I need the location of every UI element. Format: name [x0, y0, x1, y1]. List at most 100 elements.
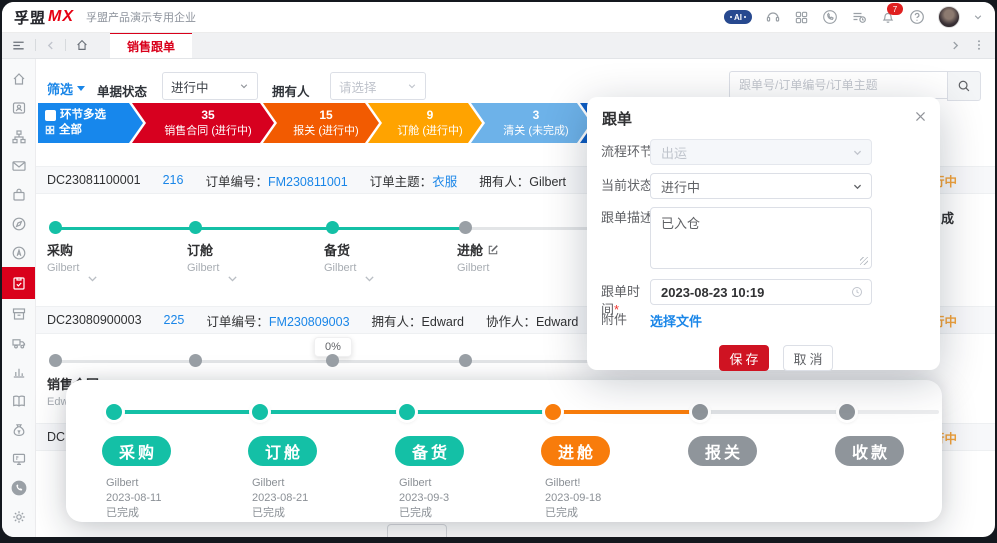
divider [35, 39, 36, 51]
headset-support-button[interactable] [765, 9, 781, 25]
order-clipboard-icon [11, 275, 27, 291]
zoom-dot[interactable] [839, 404, 855, 420]
help-icon [909, 9, 925, 25]
zoom-dot[interactable] [545, 404, 561, 420]
timeline-dot[interactable] [49, 221, 62, 234]
caret-down-icon [77, 86, 85, 91]
timeline-dot[interactable] [189, 221, 202, 234]
stage-clearance[interactable]: 3清关 (未完成) [471, 103, 591, 143]
status-filter-select[interactable]: 进行中 [162, 72, 258, 100]
stage-select-disabled[interactable]: 出运 [650, 139, 872, 165]
search-input[interactable] [729, 71, 948, 99]
owner-filter-select[interactable]: 请选择 [330, 72, 426, 100]
collapse-menu-icon[interactable] [11, 38, 26, 53]
sidebar-item-home[interactable] [2, 64, 35, 93]
sparkle-icon [730, 16, 732, 18]
description-textarea[interactable]: 已入仓 [650, 207, 872, 269]
nav-back-icon[interactable] [45, 40, 56, 51]
timeline-dot[interactable] [459, 221, 472, 234]
sidebar-item-whatsapp[interactable] [2, 473, 35, 502]
task-list-clock-icon [851, 9, 867, 25]
zoom-step-pill[interactable]: 进舱 [541, 436, 610, 466]
sidebar-item-logistics[interactable] [2, 328, 35, 357]
sidebar-item-mail[interactable] [2, 151, 35, 180]
expand-step-chevron[interactable] [86, 272, 99, 285]
order-no-link[interactable]: FM230811001 [268, 175, 348, 189]
zoom-step-info: Gilbert2023-09-3已完成 [399, 476, 449, 521]
zoom-dot[interactable] [692, 404, 708, 420]
tabs-scroll-right-icon[interactable] [950, 40, 961, 51]
timeline-dot[interactable] [326, 354, 339, 367]
tab-sales-tracking[interactable]: 销售跟单 [110, 32, 192, 58]
sidebar-item-reports[interactable] [2, 357, 35, 386]
zoom-step-pill[interactable]: 收款 [835, 436, 904, 466]
step-block: 采购 Gilbert [47, 240, 79, 274]
notification-badge: 7 [887, 3, 903, 15]
phone-contact-button[interactable] [822, 9, 838, 25]
order-doc-no: DC23081100001 [47, 173, 141, 187]
owner-label: 拥有人： [479, 175, 529, 189]
zoom-step-pill[interactable]: 采购 [102, 436, 171, 466]
zoom-step-pill[interactable]: 报关 [688, 436, 757, 466]
sidebar-item-products[interactable] [2, 180, 35, 209]
sidebar-item-org[interactable] [2, 122, 35, 151]
search-button[interactable] [947, 71, 981, 101]
order-no-link[interactable]: FM230809003 [269, 315, 350, 329]
subject-link[interactable]: 衣服 [432, 175, 457, 189]
save-button[interactable]: 保存 [719, 345, 769, 371]
home-icon[interactable] [75, 38, 89, 52]
zoom-step-pill[interactable]: 备货 [395, 436, 464, 466]
apps-grid-button[interactable] [794, 10, 809, 25]
zoom-step-pill[interactable]: 订舱 [248, 436, 317, 466]
cancel-button[interactable]: 取消 [783, 345, 833, 371]
multi-select-checkbox[interactable] [45, 110, 56, 121]
resize-grip-icon[interactable] [860, 257, 868, 265]
order-count-link[interactable]: 216 [163, 173, 184, 187]
expand-step-chevron[interactable] [363, 272, 376, 285]
ai-assistant-button[interactable]: AI [724, 10, 752, 24]
timeline-dot[interactable] [49, 354, 62, 367]
zoom-dot[interactable] [252, 404, 268, 420]
zoom-line-todo [700, 410, 847, 414]
partially-hidden-button[interactable] [387, 524, 447, 537]
timeline-dot[interactable] [459, 354, 472, 367]
sidebar-item-assistant[interactable] [2, 238, 35, 267]
partially-hidden-text: 成 [941, 208, 954, 227]
time-input[interactable]: 2023-08-23 10:19 [650, 279, 872, 305]
user-avatar[interactable] [938, 6, 960, 28]
sidebar-item-discover[interactable] [2, 209, 35, 238]
zoom-dot[interactable] [399, 404, 415, 420]
timeline-dot[interactable] [189, 354, 202, 367]
stage-sales-contract[interactable]: 35销售合同 (进行中) [132, 103, 274, 143]
filter-toggle[interactable]: 筛选 [47, 79, 85, 98]
ledger-book-icon [11, 393, 27, 409]
timeline-dot[interactable] [326, 221, 339, 234]
expand-step-chevron[interactable] [226, 272, 239, 285]
stage-booking[interactable]: 9订舱 (进行中) [368, 103, 482, 143]
stage-customs[interactable]: 15报关 (进行中) [263, 103, 379, 143]
zoom-dot[interactable] [106, 404, 122, 420]
order-count-link[interactable]: 225 [164, 313, 185, 327]
whatsapp-icon [10, 479, 28, 497]
stage-flow-all[interactable]: 环节多选 全部 [38, 103, 143, 143]
owner-label: 拥有人： [372, 315, 422, 329]
notifications-button[interactable]: 7 [880, 9, 896, 25]
task-list-button[interactable] [851, 9, 867, 25]
search-icon [957, 79, 971, 93]
sidebar-item-archive[interactable] [2, 299, 35, 328]
sidebar-item-contacts[interactable] [2, 93, 35, 122]
avatar-chevron-icon[interactable] [973, 12, 983, 22]
tab-menu-kebab-icon[interactable] [973, 39, 985, 51]
status-select[interactable]: 进行中 [650, 173, 872, 199]
sidebar-item-settings[interactable] [2, 502, 35, 531]
sidebar-item-sales-tracking[interactable] [2, 267, 35, 299]
sidebar-item-finance[interactable] [2, 415, 35, 444]
sidebar-item-ledger[interactable] [2, 386, 35, 415]
edit-step-icon[interactable] [487, 244, 499, 256]
modal-close-button[interactable] [914, 110, 927, 123]
sidebar-item-workbench[interactable] [2, 444, 35, 473]
archive-icon [11, 306, 27, 322]
help-button[interactable] [909, 9, 925, 25]
choose-file-link[interactable]: 选择文件 [650, 311, 702, 330]
owner-filter-label: 拥有人 [272, 81, 310, 100]
